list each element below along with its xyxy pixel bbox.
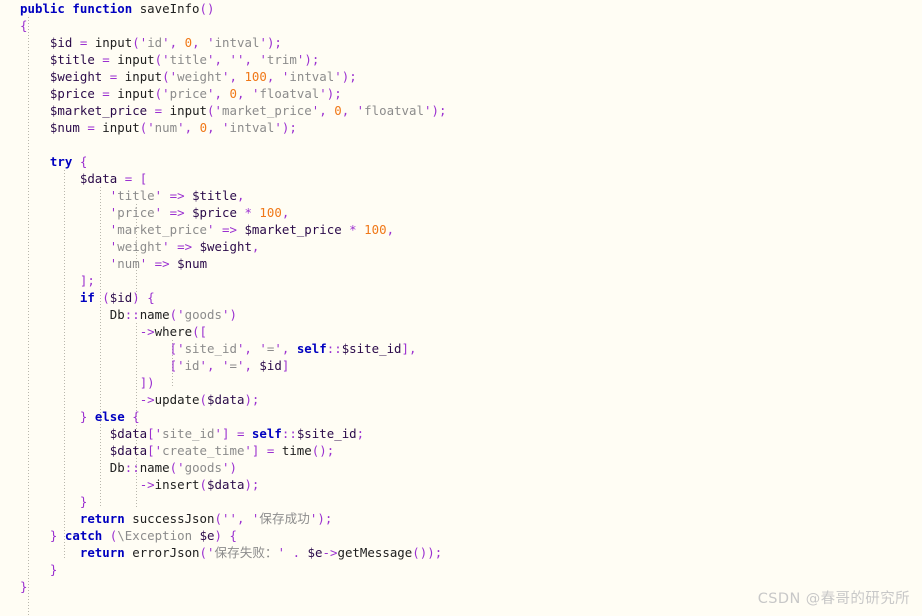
code-line-text: 'num' => $num (109, 256, 208, 271)
code-line-21: ['site_id', '=', self::$site_id], (0, 340, 922, 357)
code-line-text: if ($id) { (79, 290, 155, 305)
code-line-text: Db::name('goods') (109, 307, 237, 322)
code-line-1: public function saveInfo() (0, 0, 922, 17)
code-line-text: $data['site_id'] = self::$site_id; (109, 426, 365, 441)
code-line-18: if ($id) { (0, 289, 922, 306)
code-line-text: 'price' => $price * 100, (109, 205, 290, 220)
code-line-9 (0, 136, 922, 153)
code-line-text: } else { (79, 409, 140, 424)
code-line-text: ['site_id', '=', self::$site_id], (169, 341, 417, 356)
code-screenshot: public function saveInfo() { $id = input(… (0, 0, 922, 616)
code-line-14: 'market_price' => $market_price * 100, (0, 221, 922, 238)
code-line-text: Db::name('goods') (109, 460, 237, 475)
code-line-15: 'weight' => $weight, (0, 238, 922, 255)
code-line-24: ->update($data); (0, 391, 922, 408)
code-line-23: ]) (0, 374, 922, 391)
code-line-10: try { (0, 153, 922, 170)
code-line-3: $id = input('id', 0, 'intval'); (0, 34, 922, 51)
code-line-text: 'weight' => $weight, (109, 239, 260, 254)
code-line-8: $num = input('num', 0, 'intval'); (0, 119, 922, 136)
csdn-watermark: CSDN @春哥的研究所 (757, 591, 910, 607)
code-line-text: ->update($data); (139, 392, 260, 407)
code-line-22: ['id', '=', $id] (0, 357, 922, 374)
code-line-text: $data['create_time'] = time(); (109, 443, 335, 458)
code-line-7: $market_price = input('market_price', 0,… (0, 102, 922, 119)
code-line-text: } catch (\Exception $e) { (49, 528, 237, 543)
code-line-31: return successJson('', '保存成功'); (0, 510, 922, 527)
code-line-32: } catch (\Exception $e) { (0, 527, 922, 544)
code-line-4: $title = input('title', '', 'trim'); (0, 51, 922, 68)
code-line-text: { (20, 18, 28, 33)
code-line-text: ->where([ (139, 324, 208, 339)
code-line-text: ->insert($data); (139, 477, 260, 492)
code-line-text: public function saveInfo() (20, 1, 215, 16)
code-line-text: } (79, 494, 88, 509)
code-block: public function saveInfo() { $id = input(… (0, 0, 922, 616)
code-line-text: $data = [ (79, 171, 148, 186)
code-line-20: ->where([ (0, 323, 922, 340)
code-line-28: Db::name('goods') (0, 459, 922, 476)
code-line-text: } (49, 562, 58, 577)
code-line-5: $weight = input('weight', 100, 'intval')… (0, 68, 922, 85)
code-line-6: $price = input('price', 0, 'floatval'); (0, 85, 922, 102)
code-line-19: Db::name('goods') (0, 306, 922, 323)
code-line-text: ['id', '=', $id] (169, 358, 290, 373)
code-line-text: ]; (79, 273, 95, 288)
code-line-17: ]; (0, 272, 922, 289)
code-line-text: $num = input('num', 0, 'intval'); (49, 120, 297, 135)
code-line-11: $data = [ (0, 170, 922, 187)
code-line-25: } else { (0, 408, 922, 425)
code-line-33: return errorJson('保存失败：' . $e->getMessag… (0, 544, 922, 561)
code-line-29: ->insert($data); (0, 476, 922, 493)
code-line-2: { (0, 17, 922, 34)
code-line-text: $price = input('price', 0, 'floatval'); (49, 86, 342, 101)
code-line-text: 'title' => $title, (109, 188, 245, 203)
code-line-12: 'title' => $title, (0, 187, 922, 204)
code-line-34: } (0, 561, 922, 578)
code-line-text: $market_price = input('market_price', 0,… (49, 103, 447, 118)
code-line-27: $data['create_time'] = time(); (0, 442, 922, 459)
code-line-text: $weight = input('weight', 100, 'intval')… (49, 69, 357, 84)
code-line-text: return errorJson('保存失败：' . $e->getMessag… (79, 545, 443, 560)
code-line-text: $title = input('title', '', 'trim'); (49, 52, 320, 67)
code-line-text: try { (49, 154, 88, 169)
code-line-16: 'num' => $num (0, 255, 922, 272)
code-line-text: 'market_price' => $market_price * 100, (109, 222, 395, 237)
code-line-text: return successJson('', '保存成功'); (79, 511, 333, 526)
code-line-13: 'price' => $price * 100, (0, 204, 922, 221)
code-line-text: } (20, 579, 28, 594)
code-line-26: $data['site_id'] = self::$site_id; (0, 425, 922, 442)
code-line-text: $id = input('id', 0, 'intval'); (49, 35, 282, 50)
code-line-30: } (0, 493, 922, 510)
code-line-text: ]) (139, 375, 155, 390)
